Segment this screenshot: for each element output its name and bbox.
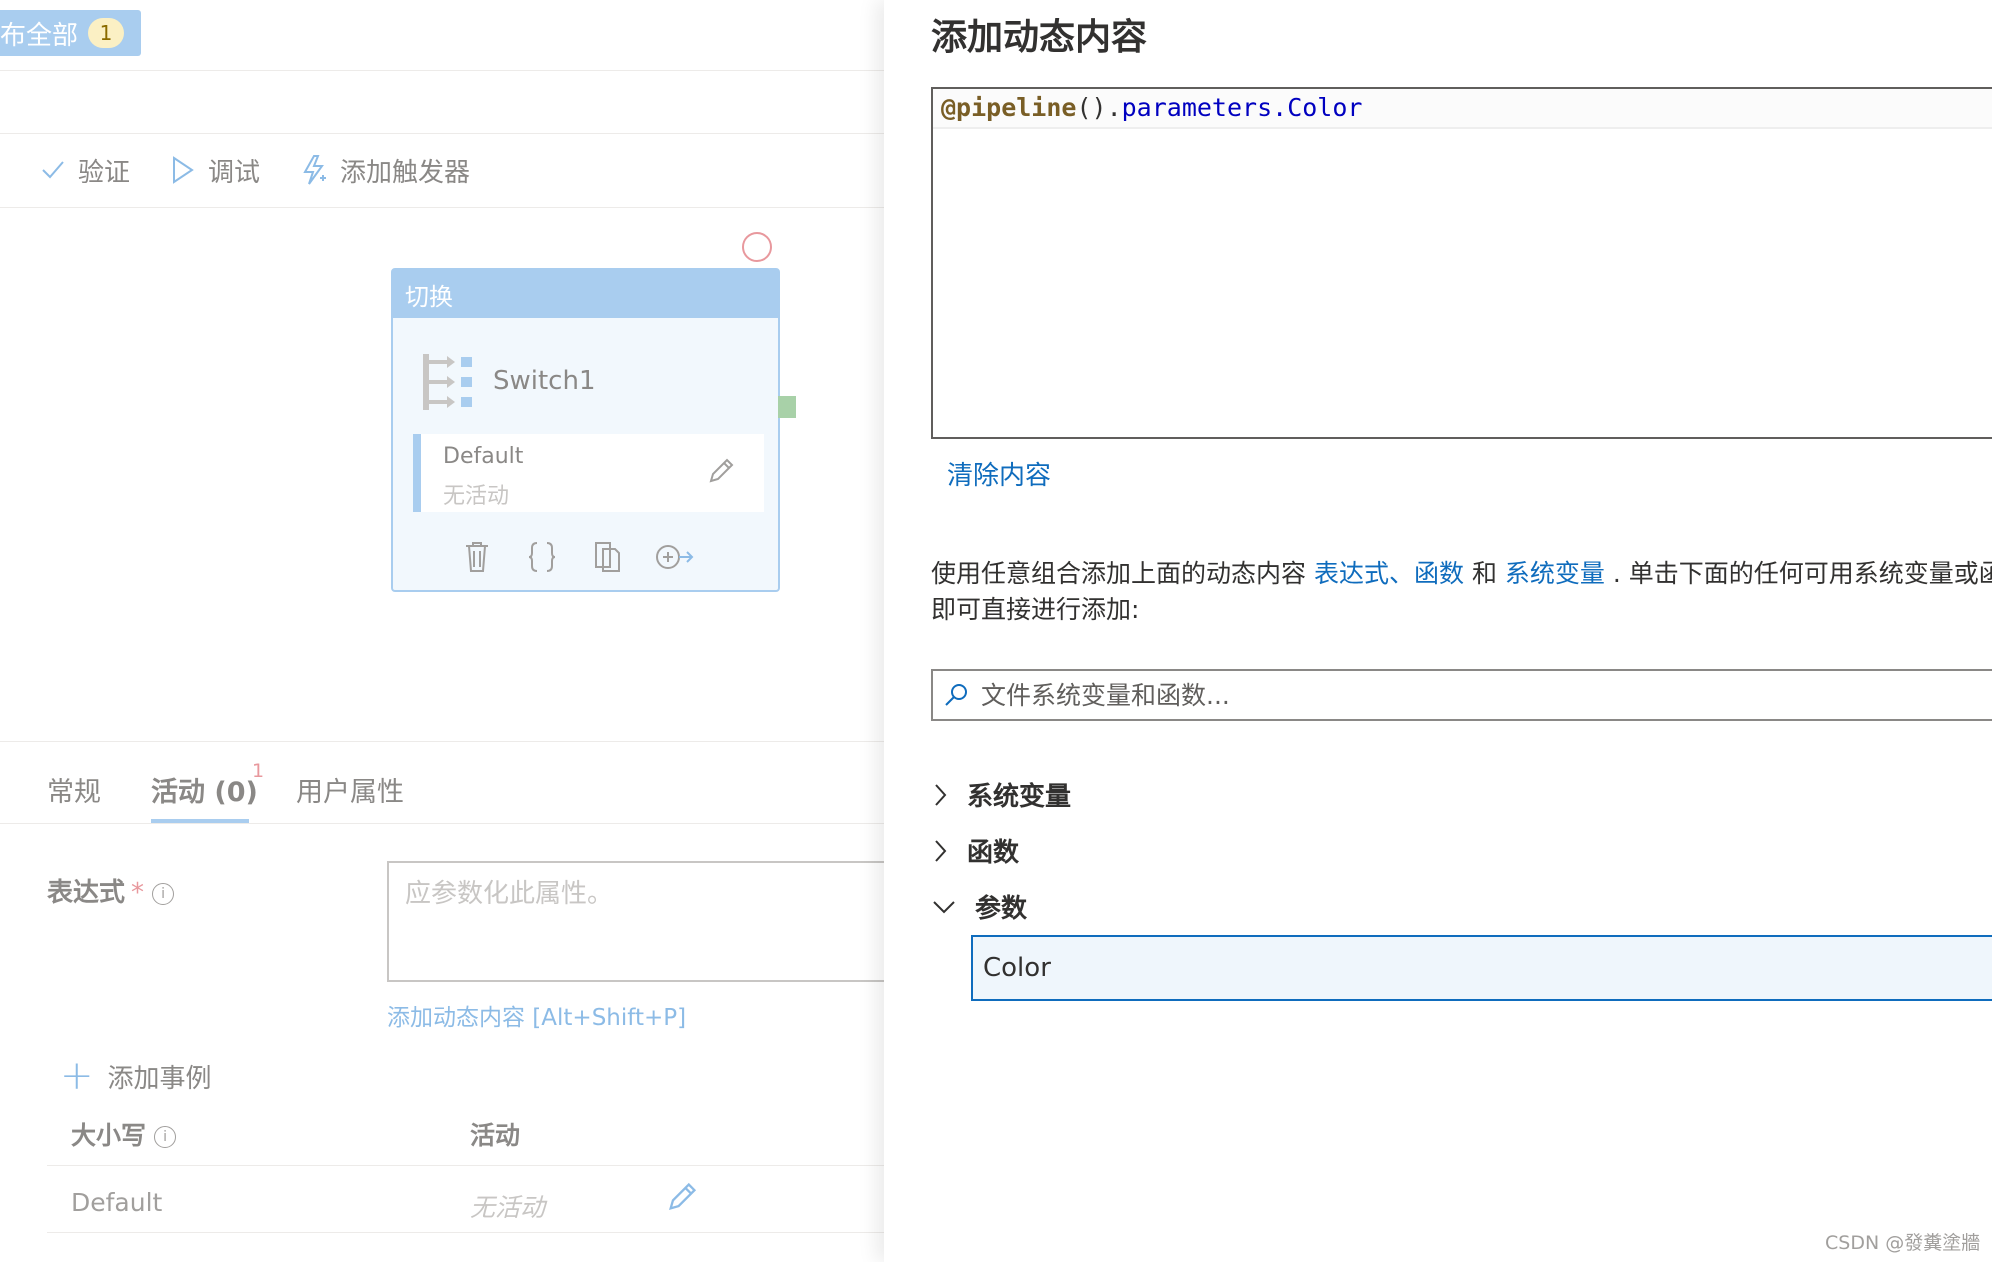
switch-activity-icon: [423, 354, 472, 410]
search-input[interactable]: [979, 679, 1883, 711]
add-output-arrow-icon[interactable]: [655, 540, 695, 578]
info-icon[interactable]: i: [154, 1126, 177, 1148]
panel-title: 添加动态内容: [931, 17, 1148, 58]
default-case-label: Default: [443, 444, 524, 469]
help-text-part: 使用任意组合添加上面的动态内容: [931, 559, 1314, 588]
table-divider: [47, 1165, 884, 1166]
code-property: parameters.Color: [1121, 93, 1363, 122]
debug-button[interactable]: 调试: [170, 152, 260, 189]
divider: [0, 823, 884, 824]
tree-functions-label: 函数: [967, 838, 1020, 868]
help-separator: 、: [1388, 559, 1414, 588]
chevron-right-icon: [935, 839, 947, 862]
expression-code-line[interactable]: @pipeline().parameters.Color: [933, 89, 1992, 129]
tree-system-variables-label: 系统变量: [967, 782, 1072, 812]
code-punctuation: ().: [1076, 93, 1122, 122]
lightning-icon: [303, 155, 327, 185]
validate-label: 验证: [78, 157, 131, 188]
pipeline-toolbar: 验证 调试 添加触发器: [0, 134, 884, 206]
tree-functions[interactable]: 函数: [931, 832, 1019, 869]
expression-field-label: 表达式 * i: [47, 872, 175, 909]
default-case-value: 无活动: [443, 484, 510, 509]
plus-icon: +: [60, 1053, 94, 1099]
switch-activity-card[interactable]: 切换 Switch1 Default 无活动: [391, 268, 780, 592]
error-indicator-icon[interactable]: [742, 232, 772, 262]
tree-parameters[interactable]: 参数: [931, 888, 1027, 925]
expression-editor[interactable]: @pipeline().parameters.Color: [931, 87, 1992, 439]
play-icon: [173, 156, 194, 184]
switch-card-header: 切换: [393, 270, 778, 318]
copy-icon[interactable]: [593, 540, 623, 578]
default-case-box[interactable]: Default 无活动: [413, 434, 764, 512]
check-icon: [42, 161, 64, 179]
system-variables-link[interactable]: 系统变量: [1505, 559, 1605, 588]
validate-button[interactable]: 验证: [40, 152, 130, 189]
expression-label-text: 表达式: [47, 878, 126, 908]
functions-link[interactable]: 函数: [1414, 559, 1464, 588]
table-divider: [47, 1232, 884, 1233]
publish-count-badge: 1: [88, 18, 125, 48]
tab-activities-error-badge: 1: [252, 760, 265, 782]
search-icon: [945, 684, 967, 706]
required-marker: *: [131, 878, 145, 908]
divider: [0, 70, 884, 71]
chevron-right-icon: [935, 783, 947, 806]
properties-tabs: 常规 活动 (0) 1 用户属性: [0, 760, 884, 824]
pipeline-editor: 布全部 1 验证 调试 添加触发器 切换 Switch1 Default 无活动…: [0, 0, 884, 1262]
activity-column-header: 活动: [470, 1121, 521, 1150]
publish-all-button[interactable]: 布全部 1: [0, 10, 141, 56]
add-dynamic-content-link[interactable]: 添加动态内容 [Alt+Shift+P]: [387, 998, 686, 1032]
card-actions: [393, 540, 778, 580]
debug-label: 调试: [208, 157, 261, 188]
info-icon[interactable]: i: [152, 882, 175, 905]
success-output-port[interactable]: [778, 396, 796, 418]
add-dynamic-content-panel: 添加动态内容 @pipeline().parameters.Color 清除内容…: [884, 0, 1992, 1262]
parameter-item-color[interactable]: Color: [971, 935, 1992, 1001]
tab-general[interactable]: 常规: [47, 770, 101, 809]
tab-activities[interactable]: 活动 (0): [151, 770, 258, 809]
expressions-link[interactable]: 表达式: [1314, 559, 1389, 588]
add-trigger-button[interactable]: 添加触发器: [300, 152, 470, 189]
code-keyword: @pipeline: [941, 93, 1077, 122]
tab-user-properties[interactable]: 用户属性: [296, 770, 404, 809]
chevron-down-icon: [933, 900, 955, 913]
add-trigger-label: 添加触发器: [340, 157, 471, 188]
clear-content-link[interactable]: 清除内容: [947, 455, 1051, 492]
delete-icon[interactable]: [463, 540, 491, 578]
case-column-header: 大小写 i: [71, 1116, 177, 1152]
publish-all-label: 布全部: [0, 20, 79, 51]
search-box[interactable]: [931, 669, 1992, 721]
case-row-activity: 无活动: [470, 1193, 546, 1222]
tree-parameters-label: 参数: [975, 894, 1028, 924]
expression-input[interactable]: 应参数化此属性。: [387, 861, 884, 982]
help-text: 使用任意组合添加上面的动态内容 表达式、函数 和 系统变量 . 单击下面的任何可…: [931, 556, 1992, 628]
tree-system-variables[interactable]: 系统变量: [931, 776, 1071, 813]
divider: [0, 741, 884, 742]
switch-activity-name: Switch1: [493, 366, 596, 396]
help-text-part: 和: [1464, 559, 1505, 588]
watermark: CSDN @發糞塗牆: [1825, 1232, 1981, 1254]
edit-pencil-icon[interactable]: [665, 1180, 699, 1214]
add-case-button[interactable]: + 添加事例: [60, 1053, 212, 1099]
case-column-label: 大小写: [71, 1121, 147, 1150]
code-braces-icon[interactable]: [527, 540, 557, 578]
edit-pencil-icon[interactable]: [706, 456, 736, 486]
case-row-name: Default: [71, 1188, 163, 1217]
add-case-label: 添加事例: [107, 1063, 212, 1094]
